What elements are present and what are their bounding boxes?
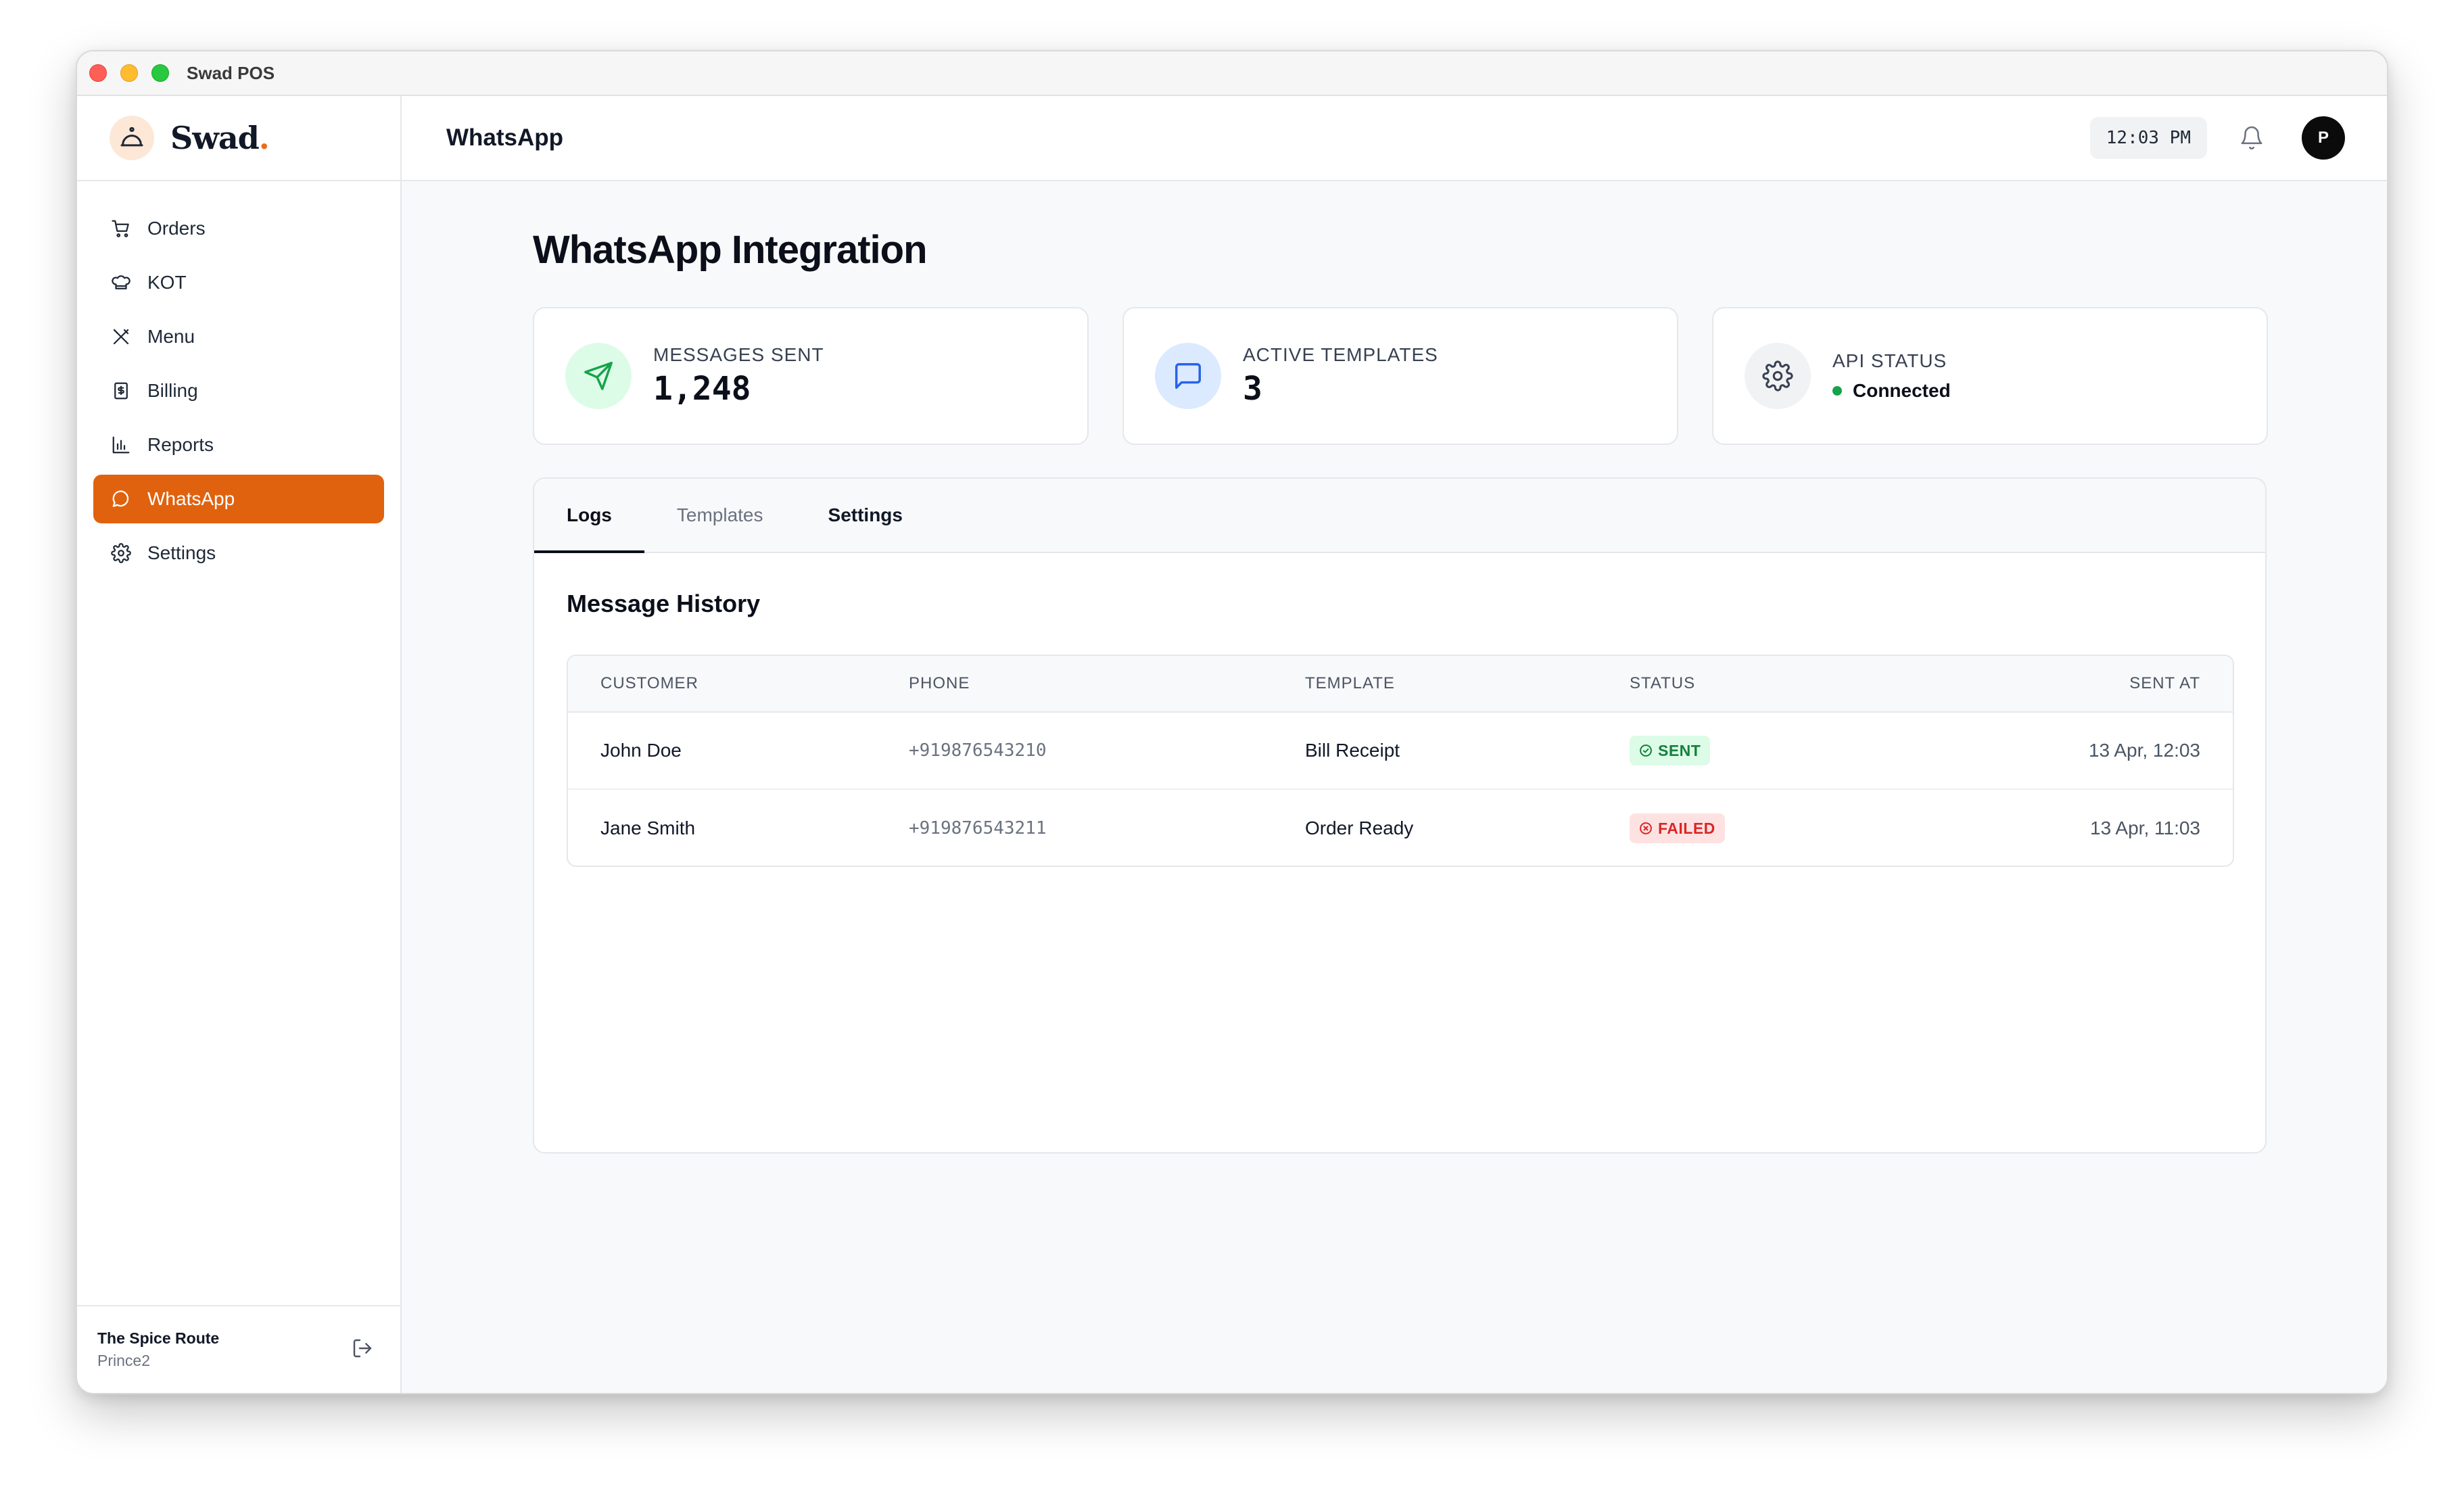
message-circle-icon — [110, 488, 133, 511]
sidebar-item-label: Settings — [147, 542, 216, 563]
section-title: Message History — [567, 590, 761, 617]
sidebar-item-whatsapp[interactable]: WhatsApp — [93, 475, 384, 523]
window-title: Swad POS — [187, 62, 275, 83]
stat-card-messages-sent: MESSAGES SENT 1,248 — [533, 307, 1089, 445]
stat-label: API STATUS — [1832, 350, 1947, 371]
page-title: WhatsApp Integration — [533, 228, 928, 272]
template-cell: Order Ready — [1305, 817, 1414, 838]
status-badge: FAILED — [1630, 813, 1725, 843]
title-bar: Swad POS — [77, 51, 2387, 96]
tab-bar: Logs Templates Settings — [534, 479, 2265, 553]
column-header-sent-at: SENT AT — [2129, 674, 2200, 692]
sidebar-item-label: KOT — [147, 272, 187, 293]
maximize-window-button[interactable] — [151, 64, 169, 82]
stat-value: 3 — [1243, 370, 1262, 408]
gear-icon — [1745, 343, 1811, 409]
bell-icon[interactable] — [2237, 123, 2267, 153]
message-panel: Logs Templates Settings Message History … — [533, 477, 2267, 1154]
sidebar-nav: Orders KOT Menu Billing Reports WhatsApp… — [77, 181, 400, 577]
clock: 12:03 PM — [2089, 117, 2207, 159]
send-icon — [565, 343, 632, 409]
sidebar: Swad. Orders KOT Menu Billing Reports Wh… — [77, 96, 402, 1393]
tab-templates[interactable]: Templates — [644, 479, 796, 552]
sidebar-item-menu[interactable]: Menu — [93, 312, 384, 361]
stat-label: MESSAGES SENT — [653, 344, 824, 365]
main-content: WhatsApp Integration MESSAGES SENT 1,248… — [402, 181, 2387, 1393]
stat-value: 1,248 — [653, 370, 751, 408]
logout-icon[interactable] — [352, 1337, 373, 1362]
brand-name: Swad. — [170, 120, 270, 156]
cloche-logo-icon — [110, 116, 154, 160]
column-header-status: STATUS — [1630, 674, 1696, 692]
restaurant-name: The Spice Route — [97, 1329, 220, 1347]
receipt-icon — [110, 379, 133, 402]
column-header-template: TEMPLATE — [1305, 674, 1395, 692]
sidebar-item-label: Orders — [147, 218, 206, 239]
gear-icon — [110, 542, 133, 565]
sidebar-item-label: Reports — [147, 434, 214, 455]
sidebar-item-label: WhatsApp — [147, 488, 235, 509]
table-header: CUSTOMER PHONE TEMPLATE STATUS SENT AT — [568, 656, 2233, 713]
status-indicator: Connected — [1832, 380, 1951, 402]
tab-settings[interactable]: Settings — [796, 479, 935, 552]
x-circle-icon — [1640, 822, 1652, 834]
status-badge: SENT — [1630, 736, 1711, 765]
phone-cell: +919876543210 — [909, 740, 1047, 761]
sidebar-item-label: Menu — [147, 326, 195, 347]
sidebar-item-reports[interactable]: Reports — [93, 421, 384, 469]
table-row[interactable]: Jane Smith +919876543211 Order Ready FAI… — [568, 790, 2233, 866]
avatar[interactable]: P — [2302, 116, 2345, 160]
close-window-button[interactable] — [89, 64, 107, 82]
stat-label: ACTIVE TEMPLATES — [1243, 344, 1438, 365]
tab-logs[interactable]: Logs — [534, 479, 644, 553]
sidebar-item-kot[interactable]: KOT — [93, 258, 384, 307]
top-header: WhatsApp 12:03 PM P — [402, 96, 2387, 181]
sidebar-item-label: Billing — [147, 380, 198, 401]
app-window: Swad POS Swad. Orders KOT Menu Billing R… — [76, 50, 2388, 1394]
username: Prince2 — [97, 1352, 150, 1369]
sidebar-item-orders[interactable]: Orders — [93, 204, 384, 253]
sidebar-item-billing[interactable]: Billing — [93, 366, 384, 415]
sidebar-footer: The Spice Route Prince2 — [77, 1305, 400, 1393]
sent-at-cell: 13 Apr, 11:03 — [2090, 817, 2200, 838]
message-history-table: CUSTOMER PHONE TEMPLATE STATUS SENT AT J… — [567, 655, 2234, 867]
sent-at-cell: 13 Apr, 12:03 — [2088, 740, 2200, 761]
phone-cell: +919876543211 — [909, 818, 1047, 838]
template-cell: Bill Receipt — [1305, 740, 1400, 761]
stat-card-api-status: API STATUS Connected — [1712, 307, 2268, 445]
cart-icon — [110, 217, 133, 240]
minimize-window-button[interactable] — [120, 64, 138, 82]
customer-cell: Jane Smith — [600, 817, 696, 838]
brand: Swad. — [77, 96, 400, 181]
status-dot — [1832, 386, 1842, 396]
column-header-customer: CUSTOMER — [600, 674, 698, 692]
sidebar-item-settings[interactable]: Settings — [93, 529, 384, 577]
check-circle-icon — [1640, 744, 1652, 757]
header-title: WhatsApp — [446, 124, 564, 151]
message-square-icon — [1155, 343, 1221, 409]
status-text: Connected — [1853, 380, 1951, 401]
account-info: The Spice Route Prince2 — [97, 1329, 219, 1370]
customer-cell: John Doe — [600, 740, 682, 761]
utensils-icon — [110, 325, 133, 348]
column-header-phone: PHONE — [909, 674, 970, 692]
bar-chart-icon — [110, 433, 133, 456]
chef-hat-icon — [110, 271, 133, 294]
table-row[interactable]: John Doe +919876543210 Bill Receipt SENT… — [568, 713, 2233, 790]
stat-card-active-templates: ACTIVE TEMPLATES 3 — [1122, 307, 1678, 445]
